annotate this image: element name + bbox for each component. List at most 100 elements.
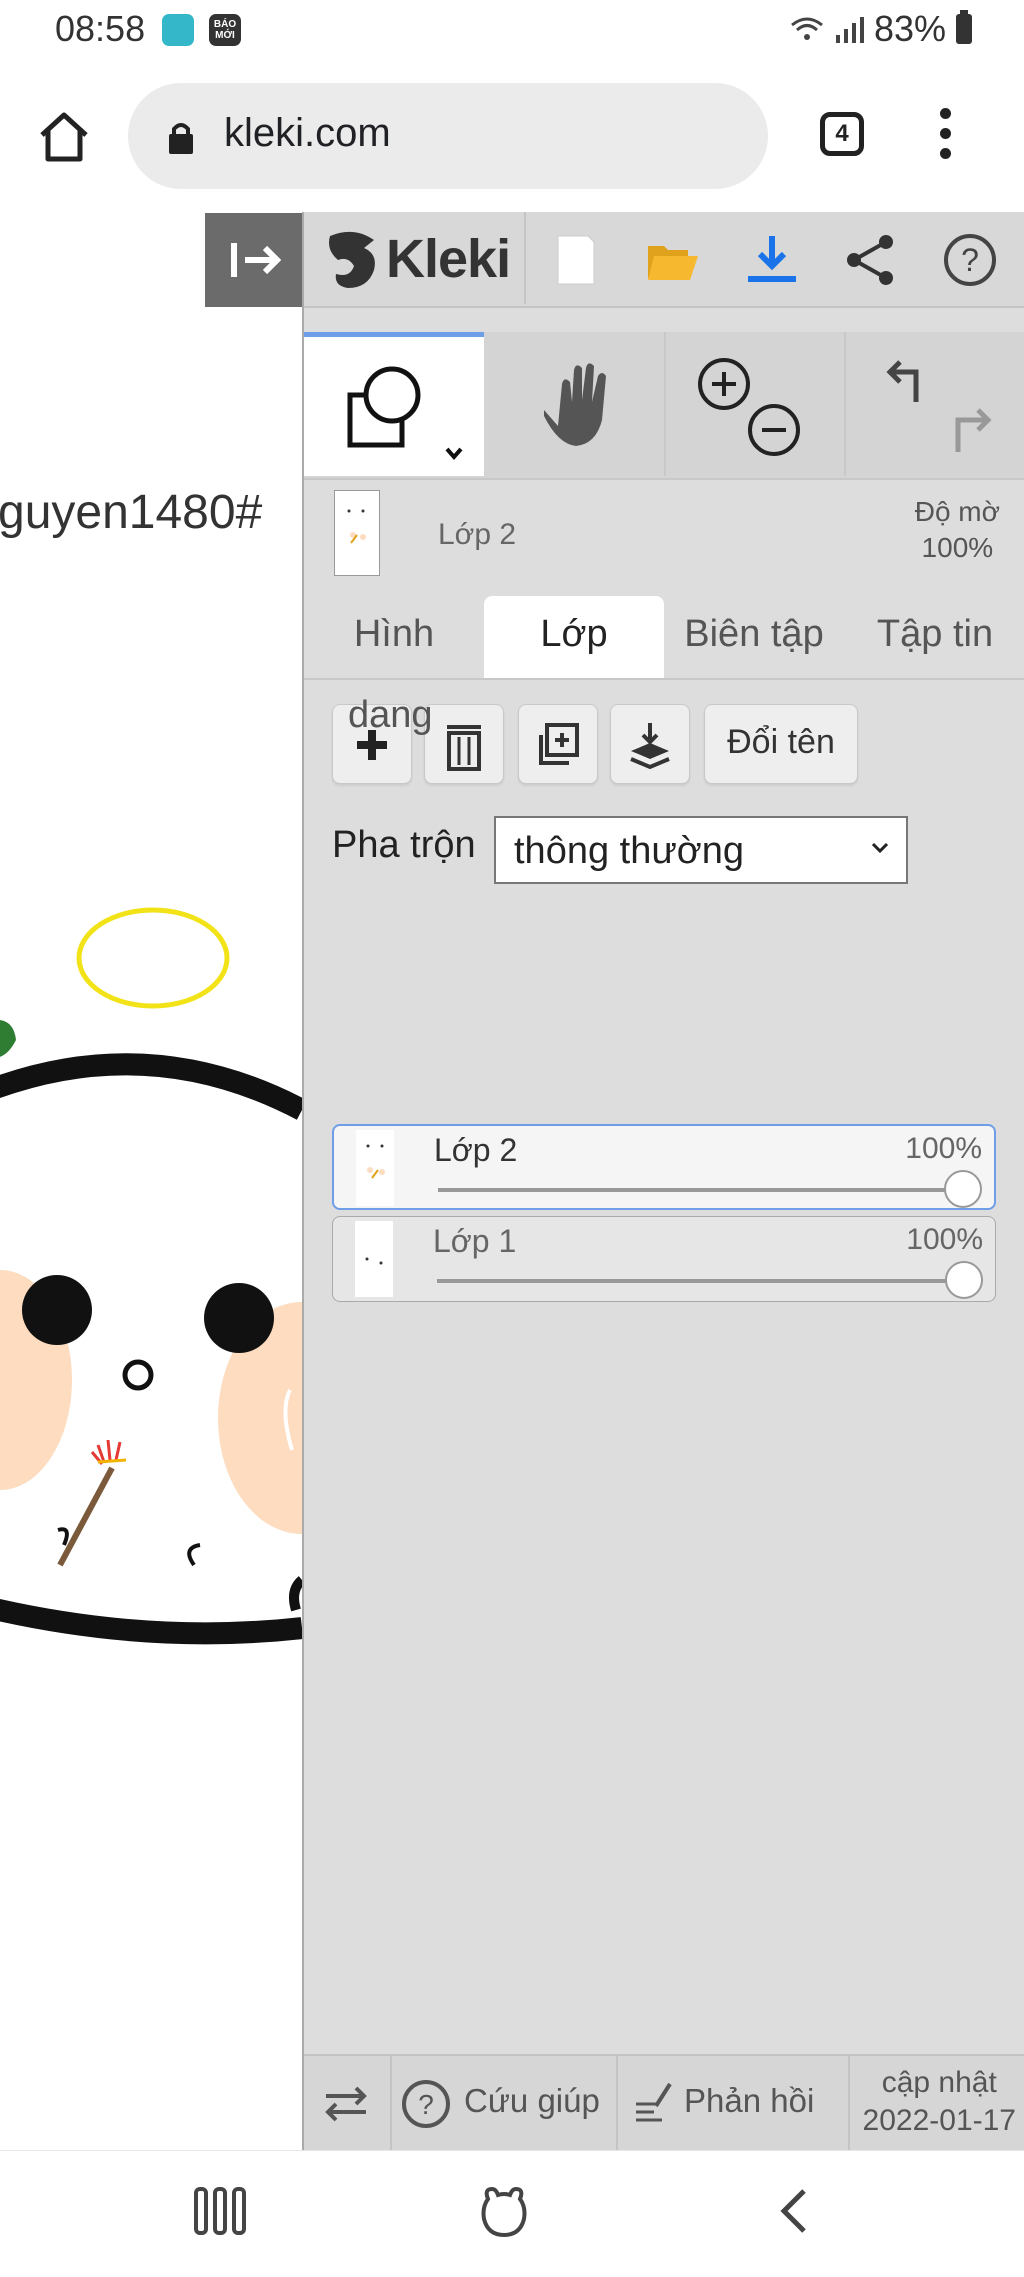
battery-icon [956, 10, 972, 44]
canvas-drawing: guyen1480# [0, 486, 302, 1645]
redo-icon[interactable] [955, 408, 992, 452]
svg-text:?: ? [418, 2089, 434, 2120]
layer-opacity: 100% [905, 1132, 982, 1165]
layer-item-1[interactable]: Lớp 1 100% [332, 1216, 996, 1302]
url-text: kleki.com [224, 111, 391, 155]
drawing-canvas[interactable]: guyen1480# [0, 212, 302, 2150]
open-folder-icon[interactable] [644, 232, 700, 288]
zoom-out-icon[interactable] [748, 404, 800, 456]
feedback-icon [636, 2082, 672, 2122]
update-date: 2022-01-17 [862, 2104, 1016, 2137]
blend-mode-select[interactable]: thông thường [494, 816, 908, 884]
tabs-icon[interactable]: 4 [820, 112, 864, 156]
sidebar-topbar: Kleki ? [304, 212, 1024, 308]
blend-mode-label: Pha trộn [332, 824, 476, 866]
layers-panel: Đổi tên dang Pha trộn thông thường Lớp 2… [304, 680, 1024, 2036]
hand-tool-button[interactable] [484, 332, 664, 476]
current-layer-thumbnail [334, 490, 380, 576]
right-eye [204, 1283, 274, 1353]
baomoi-notification-icon: BÁO MỚI [209, 14, 241, 46]
hand-tool-icon [544, 363, 606, 446]
merge-down-button[interactable] [610, 704, 690, 784]
rename-layer-button[interactable]: Đổi tên [704, 704, 858, 784]
rename-label: Đổi tên [727, 723, 835, 761]
kleki-logo-icon [329, 231, 375, 288]
status-bar: 08:58 BÁO MỚI 83% [0, 0, 1024, 62]
layer-thumbnail [356, 1130, 394, 1206]
collapse-sidebar-button[interactable] [205, 213, 303, 307]
shape-tool-icon [347, 366, 463, 461]
sidebar-footer: ? Cứu giúp Phản hồi cập nhật 2022-01-17 [304, 2054, 1024, 2152]
address-bar[interactable]: kleki.com [128, 83, 768, 189]
layer-thumbnail [355, 1221, 393, 1297]
layer-item-2[interactable]: Lớp 2 100% [332, 1124, 996, 1210]
collapse-sidebar-icon [231, 243, 282, 277]
status-right: 83% [790, 8, 972, 50]
blend-mode-value: thông thường [514, 830, 744, 872]
chevron-down-icon [871, 842, 889, 854]
opacity-slider-track[interactable] [437, 1279, 955, 1283]
head-outline [0, 1053, 302, 1120]
tab-layers[interactable]: Lớp [484, 596, 664, 678]
more-icon[interactable] [932, 108, 958, 164]
svg-text:?: ? [961, 242, 979, 278]
shape-tool-button[interactable] [304, 332, 484, 476]
share-icon[interactable] [842, 232, 898, 288]
lock-icon [169, 123, 193, 154]
opacity-slider-track[interactable] [438, 1188, 954, 1192]
home-icon[interactable] [34, 107, 94, 167]
halo-shape [76, 907, 230, 1009]
tab-shape[interactable]: Hình [304, 596, 484, 678]
back-icon[interactable] [766, 2181, 826, 2241]
zoom-in-icon[interactable] [698, 358, 750, 410]
delete-layer-icon [447, 725, 481, 771]
logo-text: Kleki [386, 229, 511, 289]
tab-edit[interactable]: Biên tập [664, 596, 844, 678]
browser-toolbar: kleki.com 4 [0, 62, 1024, 214]
layer-name: Lớp 1 [433, 1223, 517, 1259]
mouth [122, 1359, 154, 1391]
help-label: Cứu giúp [464, 2082, 600, 2119]
tab-bar: Hình Lớp Biên tập Tập tin [304, 586, 1024, 680]
delete-layer-button[interactable] [424, 704, 504, 784]
opacity-info: Độ mờ 100% [915, 494, 1000, 566]
status-time: 08:58 [55, 8, 146, 49]
help-footer-button[interactable]: ? Cứu giúp [400, 2056, 606, 2152]
history-buttons [844, 332, 1024, 476]
opacity-slider-handle[interactable] [944, 1170, 982, 1208]
duplicate-layer-icon [539, 723, 579, 765]
undo-icon[interactable] [886, 360, 919, 402]
duplicate-layer-button[interactable] [518, 704, 598, 784]
tab-file[interactable]: Tập tin [844, 596, 1024, 678]
opacity-slider-handle[interactable] [945, 1261, 983, 1299]
kleki-logo[interactable]: Kleki [324, 222, 511, 296]
tool-row [304, 332, 1024, 480]
current-layer-name: Lớp 2 [438, 518, 517, 551]
canvas-partial-text: guyen1480# [0, 486, 263, 539]
feedback-label: Phản hồi [684, 2082, 815, 2119]
new-image-icon[interactable] [548, 232, 604, 288]
left-eye [22, 1275, 92, 1345]
download-icon[interactable] [744, 232, 800, 288]
wifi-icon [791, 17, 823, 40]
update-info[interactable]: cập nhật 2022-01-17 [863, 2064, 1016, 2140]
help-icon[interactable]: ? [942, 232, 998, 288]
current-layer-info: Lớp 2 Độ mờ 100% [304, 480, 1024, 586]
recent-apps-icon[interactable] [190, 2181, 250, 2241]
sidebar: Kleki ? Lớp 2 Độ mờ 100% Hình Lớp Biên t… [302, 212, 1024, 2152]
notification-app-icon [162, 14, 194, 46]
opacity-label: Độ mờ [914, 496, 1000, 527]
battery-percent: 83% [873, 8, 946, 49]
swap-sides-icon[interactable] [320, 2078, 372, 2130]
overlay-text: dang [348, 694, 433, 736]
incense-stick [57, 1466, 115, 1567]
body-bottom-outline [0, 1598, 302, 1645]
feedback-button[interactable]: Phản hồi [626, 2056, 840, 2152]
update-label: cập nhật [881, 2066, 997, 2099]
help-circle-icon: ? [402, 2080, 450, 2128]
opacity-value: 100% [921, 532, 994, 563]
zoom-buttons [664, 332, 846, 476]
merge-down-icon [630, 723, 670, 770]
system-nav-bar [0, 2150, 1024, 2277]
home-bear-icon[interactable] [474, 2181, 534, 2241]
